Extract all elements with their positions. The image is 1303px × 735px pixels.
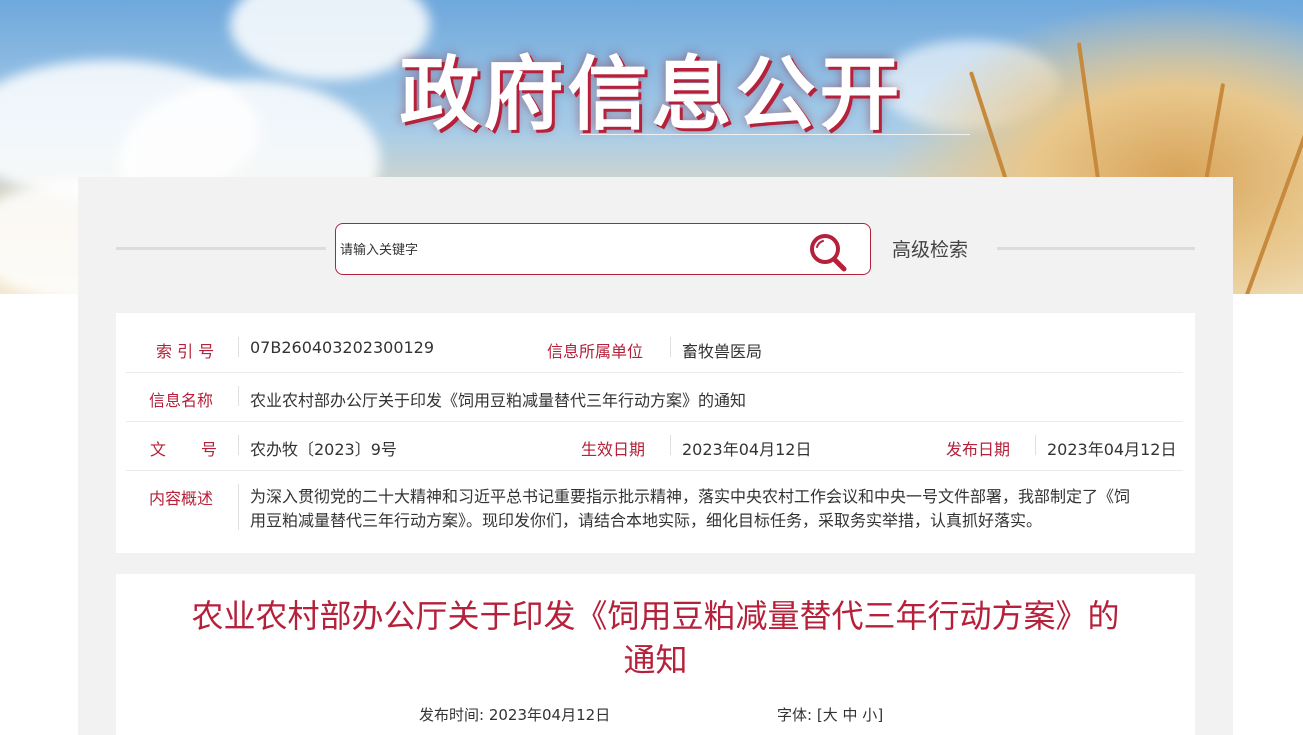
article-title-line-2: 通知 — [623, 641, 688, 679]
banner-title: 政府信息公开 — [399, 48, 904, 141]
banner-divider — [580, 134, 970, 135]
docno-label-2: 号 — [201, 440, 218, 459]
font-size-large-button[interactable]: 大 — [823, 706, 838, 724]
index-label: 索 引 号 — [156, 342, 215, 361]
meta-row-summary: 内容概述 为深入贯彻党的二十大精神和习近平总书记重要指示批示精神，落实中央农村工… — [126, 470, 1183, 540]
publish-time-value: 2023年04月12日 — [488, 706, 611, 724]
search-input[interactable] — [338, 238, 792, 262]
content-panel: 高级检索 索 引 号 07B260403202300129 信息所属单位 畜牧兽… — [78, 177, 1233, 735]
summary-line-2: 用豆粕减量替代三年行动方案》。现印发你们，请结合本地实际，细化目标任务，采取务实… — [250, 511, 1043, 530]
name-value: 农业农村部办公厅关于印发《饲用豆粕减量替代三年行动方案》的通知 — [250, 391, 747, 410]
font-size-control: 字体: [大 中 小] — [777, 704, 883, 725]
search-icon[interactable] — [808, 232, 848, 272]
advanced-search-link[interactable]: 高级检索 — [892, 235, 968, 262]
meta-row-docno: 文 号 农办牧〔2023〕9号 生效日期 2023年04月12日 发布日期 20… — [126, 421, 1183, 471]
meta-row-name: 信息名称 农业农村部办公厅关于印发《饲用豆粕减量替代三年行动方案》的通知 — [126, 372, 1183, 422]
effective-date-value: 2023年04月12日 — [682, 440, 812, 459]
summary-label: 内容概述 — [149, 489, 214, 508]
unit-label: 信息所属单位 — [547, 342, 644, 361]
search-bar: 高级检索 — [78, 223, 1233, 277]
publish-time-label: 发布时间: — [419, 706, 485, 724]
bracket-close: ] — [877, 706, 884, 724]
font-size-medium-button[interactable]: 中 — [843, 706, 858, 724]
divider-right — [997, 247, 1195, 250]
unit-value: 畜牧兽医局 — [682, 342, 763, 361]
summary-line-1: 为深入贯彻党的二十大精神和习近平总书记重要指示批示精神，落实中央农村工作会议和中… — [250, 487, 1131, 506]
article-section: 农业农村部办公厅关于印发《饲用豆粕减量替代三年行动方案》的 通知 发布时间: 2… — [116, 574, 1195, 735]
meta-row-index: 索 引 号 07B260403202300129 信息所属单位 畜牧兽医局 — [126, 313, 1183, 373]
publish-time: 发布时间: 2023年04月12日 — [419, 704, 610, 725]
font-size-small-button[interactable]: 小 — [862, 706, 877, 724]
docno-label-1: 文 — [150, 440, 167, 459]
effective-date-label: 生效日期 — [581, 440, 646, 459]
article-title: 农业农村部办公厅关于印发《饲用豆粕减量替代三年行动方案》的 通知 — [156, 594, 1155, 682]
publish-date-label: 发布日期 — [946, 440, 1011, 459]
divider-left — [116, 247, 326, 250]
docno-value: 农办牧〔2023〕9号 — [250, 440, 397, 459]
info-metadata-table: 索 引 号 07B260403202300129 信息所属单位 畜牧兽医局 信息… — [116, 313, 1195, 553]
article-title-line-1: 农业农村部办公厅关于印发《饲用豆粕减量替代三年行动方案》的 — [191, 597, 1120, 635]
search-box — [335, 223, 871, 275]
summary-text: 为深入贯彻党的二十大精神和习近平总书记重要指示批示精神，落实中央农村工作会议和中… — [250, 485, 1190, 533]
font-size-label: 字体: — [777, 706, 813, 724]
publish-date-value: 2023年04月12日 — [1047, 440, 1177, 459]
index-value: 07B260403202300129 — [250, 338, 435, 357]
name-label: 信息名称 — [149, 391, 214, 410]
